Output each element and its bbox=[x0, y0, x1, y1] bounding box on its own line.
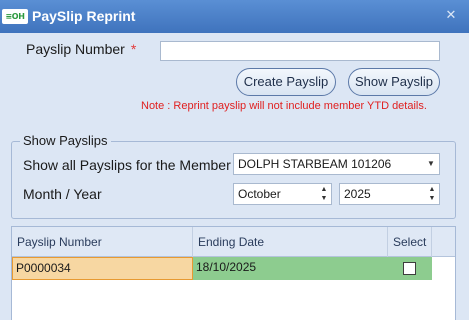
note-text: Note : Reprint payslip will not include … bbox=[141, 100, 427, 112]
member-dropdown[interactable]: DOLPH STARBEAM 101206 ▼ bbox=[233, 153, 440, 175]
title-bar[interactable]: ≡OH PaySlip Reprint ✕ bbox=[0, 0, 469, 33]
payslip-number-cell[interactable]: P0000034 bbox=[12, 257, 193, 280]
payslip-number-input[interactable] bbox=[160, 41, 440, 61]
member-dropdown-value: DOLPH STARBEAM 101206 bbox=[238, 157, 392, 171]
payslip-number-label-text: Payslip Number bbox=[26, 41, 125, 57]
show-payslip-button[interactable]: Show Payslip bbox=[348, 68, 440, 96]
table-row[interactable]: P0000034 18/10/2025 bbox=[12, 257, 455, 280]
member-label: Show all Payslips for the Member bbox=[23, 157, 231, 173]
payslip-number-label: Payslip Number * bbox=[26, 41, 136, 57]
column-header-payslip-number[interactable]: Payslip Number bbox=[12, 227, 193, 257]
month-year-label: Month / Year bbox=[23, 186, 102, 202]
spin-arrows-icon[interactable]: ▲ ▼ bbox=[425, 184, 439, 204]
app-logo: ≡OH bbox=[2, 9, 28, 24]
create-payslip-button[interactable]: Create Payslip bbox=[236, 68, 336, 96]
select-checkbox[interactable] bbox=[403, 262, 416, 275]
ending-date-cell[interactable]: 18/10/2025 bbox=[193, 257, 388, 280]
close-icon[interactable]: ✕ bbox=[443, 7, 459, 23]
grid-header: Payslip Number Ending Date Select bbox=[12, 227, 455, 257]
month-spinner-value: October bbox=[238, 187, 281, 201]
year-spinner[interactable]: 2025 ▲ ▼ bbox=[339, 183, 440, 205]
column-header-select[interactable]: Select bbox=[388, 227, 432, 257]
month-spinner[interactable]: October ▲ ▼ bbox=[233, 183, 332, 205]
payslips-grid[interactable]: Payslip Number Ending Date Select P00000… bbox=[11, 226, 456, 320]
column-header-ending-date[interactable]: Ending Date bbox=[193, 227, 388, 257]
group-title: Show Payslips bbox=[20, 133, 111, 148]
year-spinner-value: 2025 bbox=[344, 187, 371, 201]
spin-arrows-icon[interactable]: ▲ ▼ bbox=[317, 184, 331, 204]
chevron-down-icon[interactable]: ▼ bbox=[423, 154, 439, 174]
window-title: PaySlip Reprint bbox=[32, 8, 136, 24]
required-marker: * bbox=[130, 41, 137, 57]
select-cell[interactable] bbox=[388, 257, 432, 280]
